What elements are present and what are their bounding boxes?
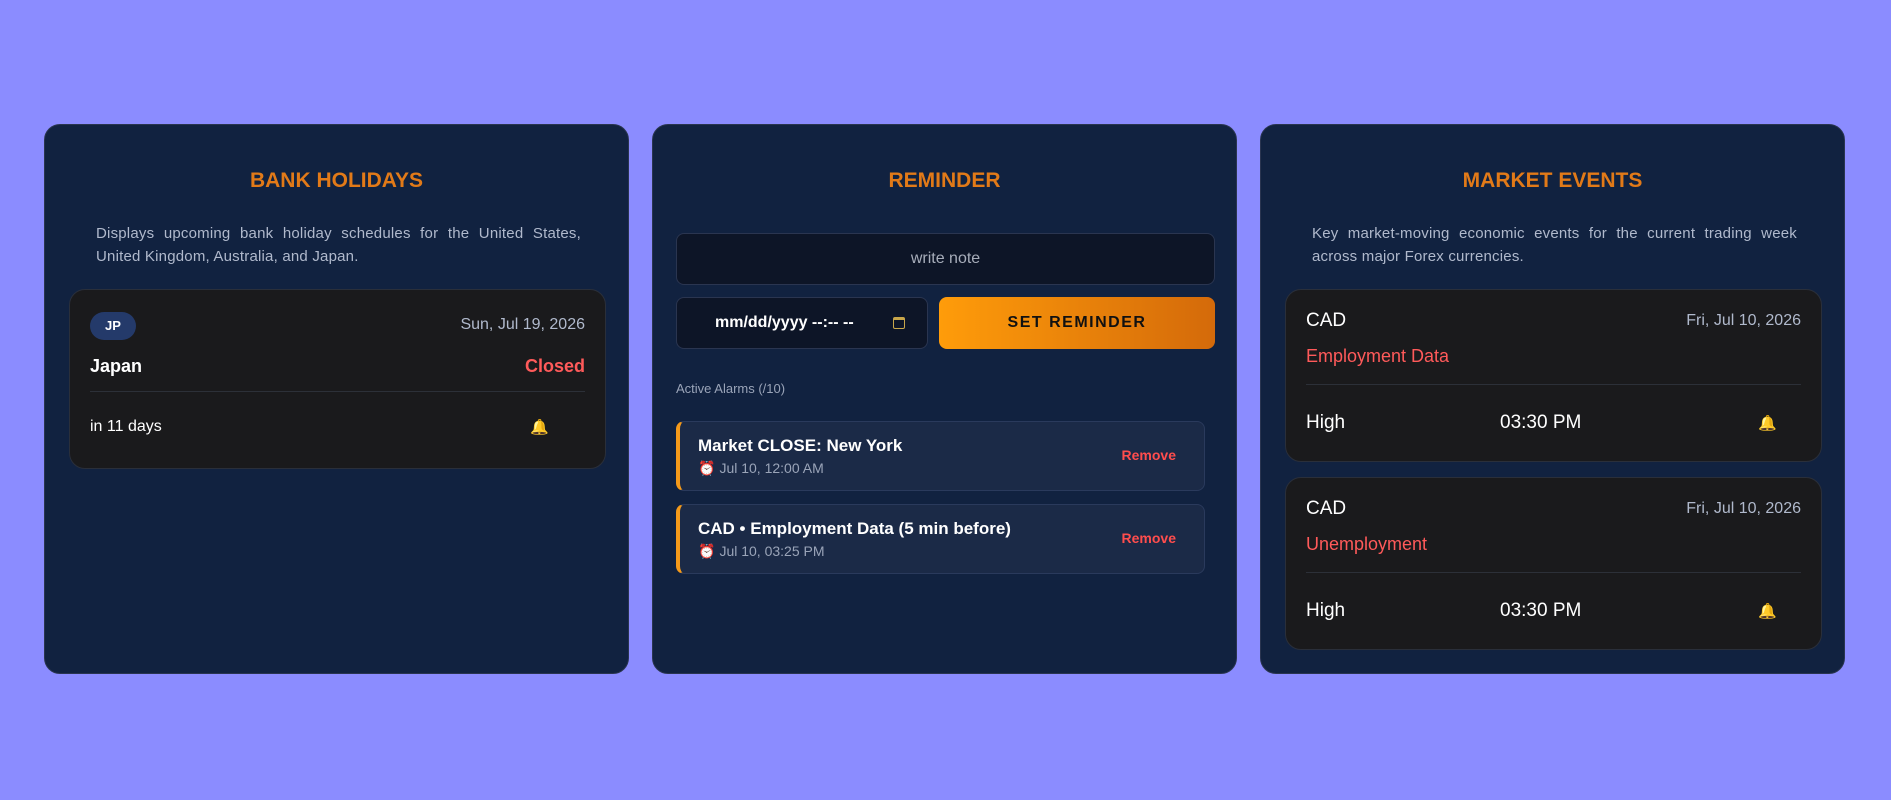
event-impact: High (1306, 412, 1346, 433)
market-events-title: MARKET EVENTS (1462, 169, 1643, 192)
bank-holidays-description: Displays upcoming bank holiday schedules… (96, 225, 581, 265)
bell-icon[interactable]: 🔔 (530, 418, 549, 436)
alarm-clock-icon: ⏰ (698, 460, 716, 476)
event-currency: CAD (1306, 498, 1347, 519)
divider (1306, 384, 1801, 385)
alarm-time: ⏰ Jul 10, 12:00 AM (698, 460, 824, 477)
note-input[interactable] (676, 233, 1215, 285)
datetime-placeholder: mm/dd/yyyy --:-- -- (715, 314, 854, 331)
alarm-title: Market CLOSE: New York (698, 436, 903, 455)
event-item[interactable]: CAD Fri, Jul 10, 2026 Employment Data Hi… (1285, 289, 1822, 462)
event-time: 03:30 PM (1500, 412, 1582, 433)
holiday-date: Sun, Jul 19, 2026 (460, 316, 585, 333)
active-alarms-label: Active Alarms (/10) (676, 381, 786, 396)
alarm-title: CAD • Employment Data (5 min before) (698, 519, 1011, 538)
alarm-clock-icon: ⏰ (698, 543, 716, 559)
reminder-card: REMINDER mm/dd/yyyy --:-- -- SET REMINDE… (652, 124, 1237, 674)
divider (90, 391, 585, 392)
bell-icon[interactable]: 🔔 (1758, 414, 1777, 432)
holiday-status: Closed (524, 356, 585, 376)
market-events-description: Key market-moving economic events for th… (1312, 225, 1797, 265)
alarm-item: CAD • Employment Data (5 min before) ⏰ Ju… (676, 504, 1205, 574)
event-time: 03:30 PM (1500, 600, 1582, 621)
event-name: Unemployment (1306, 534, 1428, 554)
event-item[interactable]: CAD Fri, Jul 10, 2026 Unemployment High … (1285, 477, 1822, 650)
remove-button[interactable]: Remove (1122, 530, 1176, 546)
bank-holidays-title: BANK HOLIDAYS (249, 169, 424, 192)
country-badge: JP (90, 312, 136, 340)
event-date: Fri, Jul 10, 2026 (1686, 500, 1801, 517)
remove-button[interactable]: Remove (1122, 447, 1176, 463)
calendar-icon[interactable] (893, 317, 905, 329)
event-currency: CAD (1306, 310, 1347, 331)
set-reminder-button[interactable]: SET REMINDER (939, 297, 1215, 349)
holiday-country: Japan (90, 356, 143, 376)
alarm-time-text: Jul 10, 12:00 AM (719, 460, 824, 476)
market-events-card: MARKET EVENTS Key market-moving economic… (1260, 124, 1845, 674)
divider (1306, 572, 1801, 573)
event-impact: High (1306, 600, 1346, 621)
reminder-title: REMINDER (888, 169, 1001, 192)
bell-icon[interactable]: 🔔 (1758, 602, 1777, 620)
alarm-time-text: Jul 10, 03:25 PM (719, 543, 825, 559)
bank-holidays-card: BANK HOLIDAYS Displays upcoming bank hol… (44, 124, 629, 674)
event-name: Employment Data (1306, 346, 1450, 366)
event-date: Fri, Jul 10, 2026 (1686, 312, 1801, 329)
alarm-time: ⏰ Jul 10, 03:25 PM (698, 543, 825, 560)
holiday-item[interactable]: JP Sun, Jul 19, 2026 Japan Closed in 11 … (69, 289, 606, 469)
datetime-input[interactable]: mm/dd/yyyy --:-- -- (676, 297, 928, 349)
holiday-countdown: in 11 days (90, 418, 162, 435)
alarm-item: Market CLOSE: New York ⏰ Jul 10, 12:00 AM… (676, 421, 1205, 491)
